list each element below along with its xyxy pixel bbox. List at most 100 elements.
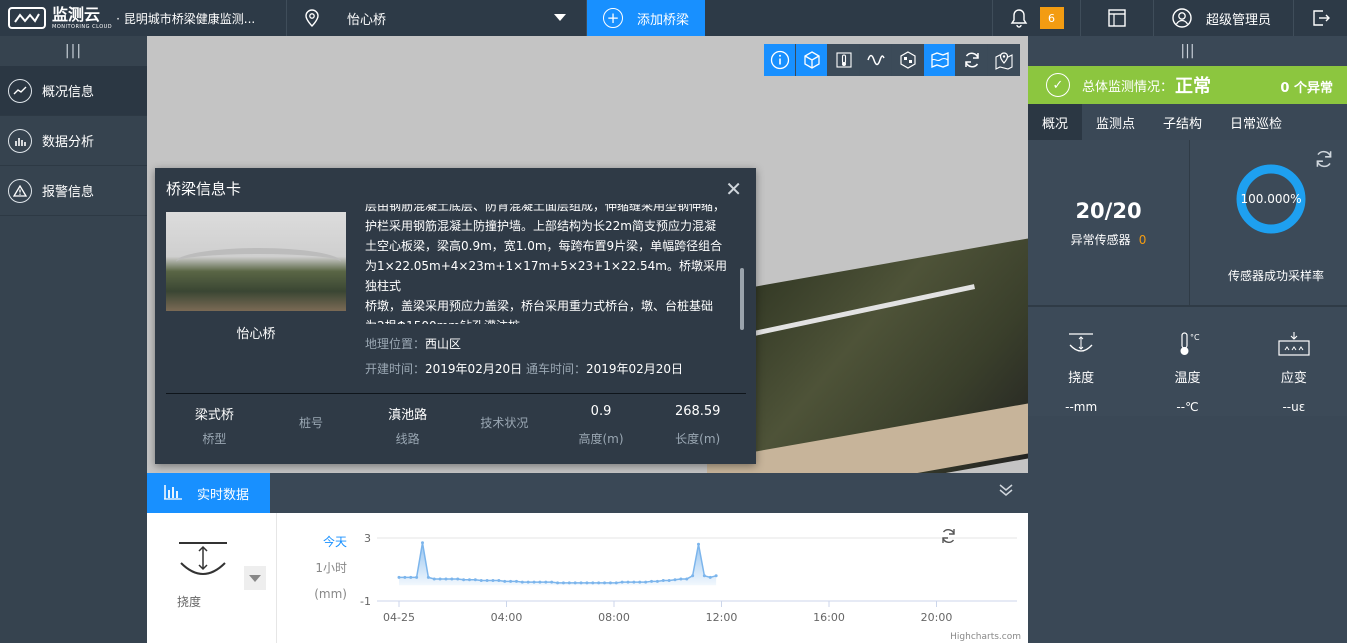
stat-length: 268.59 长度(m): [674, 404, 721, 446]
data-point: [679, 577, 683, 581]
logo[interactable]: 监测云 MONITORING CLOUD · 昆明城市桥梁健康监测...: [0, 0, 287, 36]
date-row: 开建时间：2019年02月20日 通车时间：2019年02月20日: [365, 360, 683, 377]
right-panel-toggle[interactable]: |||: [1028, 36, 1347, 66]
y-tick-label: 3: [364, 532, 371, 545]
tab-realtime-data[interactable]: 实时数据: [147, 473, 270, 513]
x-tick-label: 04-25: [383, 611, 415, 624]
data-point: [702, 574, 706, 578]
open-date: 2019年02月20日: [585, 362, 684, 376]
built-date: 2019年02月20日: [425, 362, 523, 376]
logout-button[interactable]: [1293, 0, 1347, 36]
location-row: 地理位置：西山区: [365, 335, 461, 352]
user-menu[interactable]: 超级管理员: [1153, 0, 1293, 36]
sampling-rate-text: 100.000%: [1240, 192, 1301, 206]
chart-credit: Highcharts.com: [950, 632, 1021, 642]
desc-line: 层由钢筋混凝土底层、防背混凝土面层组成，伸缩缝采用型钢伸缩，: [365, 204, 726, 213]
add-bridge-button[interactable]: + 添加桥梁: [587, 0, 705, 36]
refresh-tool-button[interactable]: [956, 44, 988, 76]
sidebar: ||| 概况信息 数据分析 报警信息: [0, 36, 147, 643]
data-point: [479, 579, 483, 583]
right-panel: ||| ✓ 总体监测情况： 正常 0 个异常 概况 监测点 子结构 日常巡检 2…: [1028, 36, 1347, 643]
sensor-deflection[interactable]: 挠度 --mm: [1028, 307, 1134, 416]
sidebar-item-analysis[interactable]: 数据分析: [0, 116, 147, 166]
card-bridge-name: 怡心桥: [236, 327, 276, 342]
data-point: [644, 580, 648, 584]
add-bridge-label: 添加桥梁: [637, 12, 690, 28]
data-point: [597, 581, 601, 585]
data-point: [550, 580, 554, 584]
refresh-icon[interactable]: [1313, 148, 1335, 174]
x-tick-label: 20:00: [921, 611, 953, 624]
sensor-strain[interactable]: 应变 --uε: [1241, 307, 1347, 416]
built-label: 开建时间：: [365, 362, 426, 376]
sidebar-toggle[interactable]: |||: [0, 36, 147, 66]
data-point: [403, 575, 407, 579]
collapse-icon[interactable]: [998, 483, 1014, 501]
card-scrollbar[interactable]: [740, 268, 744, 330]
trend-icon: [8, 78, 32, 103]
abnormal-count[interactable]: 0 个异常: [1280, 77, 1333, 96]
map-toolbar: [764, 44, 1020, 76]
grid-tool-button[interactable]: [892, 44, 924, 76]
sidebar-item-alarms[interactable]: 报警信息: [0, 166, 147, 216]
bell-icon: [1010, 9, 1027, 28]
range-today[interactable]: 今天: [297, 529, 347, 555]
checker-cube-icon: [899, 51, 916, 69]
realtime-panel: 挠度 今天 1小时 (mm) 3 -1 04-25 04:00 08:00 12:00 16…: [147, 513, 1028, 643]
deflection-chart[interactable]: 3-104-2504:0008:0012:0016:0020:0004Highc…: [357, 521, 1025, 643]
sensor-summary: 挠度 --mm °C 温度 --℃ 应变 --uε: [1028, 306, 1347, 416]
sampling-rate-label: 传感器成功采样率: [1227, 269, 1324, 283]
bridge-photo: [166, 212, 346, 311]
sampling-rate-gauge: 100.000%: [1236, 164, 1306, 234]
data-point: [438, 577, 442, 581]
data-point: [420, 541, 424, 545]
window-icon: [1108, 9, 1126, 27]
data-point: [561, 581, 565, 585]
sidebar-item-label: 数据分析: [42, 135, 95, 150]
chevron-down-icon: [554, 14, 566, 21]
warning-icon: [8, 178, 32, 203]
data-point: [444, 577, 448, 581]
bridge-description[interactable]: 层由钢筋混凝土底层、防背混凝土面层组成，伸缩缝采用型钢伸缩， 护栏采用钢筋混凝土…: [365, 204, 737, 324]
sensor-dropdown[interactable]: [244, 566, 266, 590]
sensor-temperature[interactable]: °C 温度 --℃: [1134, 307, 1240, 416]
sidebar-item-overview[interactable]: 概况信息: [0, 66, 147, 116]
map-layer-tool-button[interactable]: [924, 44, 956, 76]
data-point: [556, 581, 560, 585]
alerts-button[interactable]: 6: [992, 0, 1080, 36]
bar-chart-icon: [163, 482, 183, 504]
data-point: [614, 581, 618, 585]
info-tool-button[interactable]: [764, 44, 796, 76]
stat-height: 0.9 高度(m): [578, 404, 624, 446]
close-icon[interactable]: ✕: [725, 177, 742, 201]
tab-substructure[interactable]: 子结构: [1149, 104, 1216, 140]
cube-tool-button[interactable]: [796, 44, 828, 76]
open-label: 通车时间：: [525, 362, 586, 376]
bridge-selector[interactable]: 怡心桥: [287, 0, 587, 36]
data-point: [426, 575, 430, 579]
bridge-name: 怡心桥: [347, 12, 387, 28]
data-point: [573, 581, 577, 585]
tab-inspection[interactable]: 日常巡检: [1216, 104, 1296, 140]
thermometer-tool-button[interactable]: [828, 44, 860, 76]
map-pin-tool-button[interactable]: [988, 44, 1020, 76]
data-point: [456, 577, 460, 581]
desc-line: 土空心板梁，梁高0.9m，宽1.0m，每跨布置9片梁，单幅跨径组合: [365, 239, 723, 253]
deflection-icon: [1069, 333, 1094, 352]
data-point: [708, 575, 712, 579]
logout-icon: [1312, 10, 1330, 26]
wave-tool-button[interactable]: [860, 44, 892, 76]
thermometer-icon: °C: [1180, 332, 1200, 355]
overview-block: 20/20 异常传感器 0 100.000% 传感器成功采样率: [1028, 140, 1347, 306]
chart-refresh-icon: [942, 528, 955, 544]
range-hour[interactable]: 1小时: [297, 555, 347, 581]
data-point: [691, 574, 695, 578]
data-point: [650, 579, 654, 583]
tab-monitor-points[interactable]: 监测点: [1082, 104, 1149, 140]
data-point: [608, 581, 612, 585]
logo-en: MONITORING CLOUD: [52, 23, 113, 30]
layout-button[interactable]: [1080, 0, 1153, 36]
thermometer-map-icon: [835, 52, 852, 68]
user-name: 超级管理员: [1206, 12, 1272, 28]
tab-overview[interactable]: 概况: [1028, 104, 1083, 140]
